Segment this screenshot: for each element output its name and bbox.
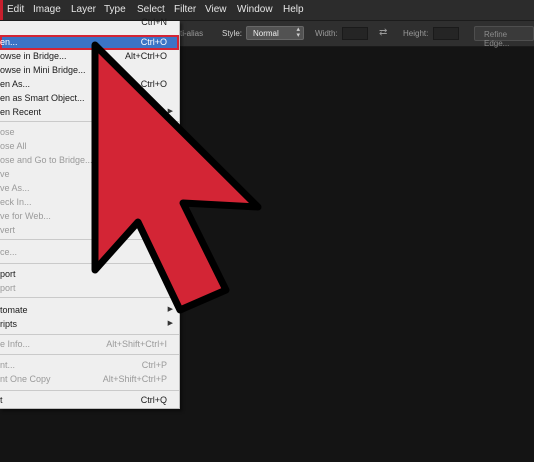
- menu-item-label: ve As...: [0, 183, 30, 193]
- menu-type[interactable]: Type: [104, 4, 126, 15]
- menu-edit[interactable]: Edit: [7, 4, 24, 15]
- menu-item-shortcut: Alt+Shift+Ctrl+I: [106, 339, 167, 349]
- submenu-arrow-icon: ▶: [167, 306, 173, 313]
- menu-item-label: port: [0, 269, 16, 279]
- menu-separator: [0, 334, 179, 335]
- menu-item-label: owse in Bridge...: [0, 51, 67, 61]
- menu-item-shortcut: Ctrl+O: [140, 37, 167, 47]
- menu-item-revert[interactable]: vert: [0, 223, 179, 237]
- menu-item-print-one-copy[interactable]: nt One Copy Alt+Shift+Ctrl+P: [0, 372, 179, 386]
- menu-item-label: en Recent: [0, 107, 42, 117]
- menu-item-import[interactable]: port: [0, 267, 179, 281]
- menu-item-save[interactable]: ve: [0, 167, 179, 181]
- menu-item-shortcut: Ctrl+Q: [140, 395, 167, 405]
- menu-item-exit[interactable]: t Ctrl+Q: [0, 393, 179, 407]
- menu-item-label: t: [0, 395, 3, 405]
- menu-item-close-all[interactable]: ose All: [0, 139, 179, 153]
- menu-help[interactable]: Help: [283, 4, 304, 15]
- menu-separator: [0, 297, 179, 298]
- width-field[interactable]: [342, 27, 368, 40]
- menu-item-label: port: [0, 283, 16, 293]
- swap-icon[interactable]: ⇄: [379, 27, 387, 38]
- submenu-arrow-icon: ▶: [167, 320, 173, 327]
- refine-edge-button[interactable]: Refine Edge...: [474, 26, 534, 48]
- menu-item-label: eck In...: [0, 197, 32, 207]
- menu-layer[interactable]: Layer: [71, 4, 96, 15]
- menu-separator: [0, 354, 179, 355]
- menu-item-label: en...: [0, 37, 18, 47]
- menu-item-close[interactable]: ose: [0, 125, 179, 139]
- menu-item-open-as-smart-object[interactable]: en as Smart Object...: [0, 91, 179, 105]
- menu-item-scripts[interactable]: ripts ▶: [0, 317, 179, 331]
- menu-filter[interactable]: Filter: [174, 4, 196, 15]
- menu-separator: [0, 239, 179, 240]
- style-label: Style:: [222, 29, 243, 38]
- antialias-label: ti-alias: [180, 29, 204, 38]
- file-menu: Ctrl+N en... Ctrl+O owse in Bridge... Al…: [0, 17, 180, 409]
- menu-item-label: ve: [0, 169, 10, 179]
- menu-item-shortcut: Alt+Ctrl+O: [124, 51, 167, 61]
- menu-separator: [0, 263, 179, 264]
- menu-item-open-as[interactable]: en As... Ctrl+O: [0, 77, 179, 91]
- menu-item-print[interactable]: nt... Ctrl+P: [0, 358, 179, 372]
- height-field[interactable]: [433, 27, 459, 40]
- menu-item-label: vert: [0, 225, 16, 235]
- menu-item-shortcut: Ctrl+P: [141, 360, 167, 370]
- refine-edge-label: Refine Edge...: [484, 30, 510, 48]
- select-arrows-icon: ▴ ▾: [296, 26, 300, 39]
- menu-item-shortcut: Alt+Shift+Ctrl+P: [102, 374, 167, 384]
- style-select[interactable]: Normal ▴ ▾: [246, 26, 304, 40]
- menu-window[interactable]: Window: [237, 4, 273, 15]
- menu-item-label: nt...: [0, 360, 16, 370]
- menu-item-check-in[interactable]: eck In...: [0, 195, 179, 209]
- menu-separator: [0, 121, 179, 122]
- submenu-arrow-icon: ▶: [167, 108, 173, 115]
- menu-item-export[interactable]: port: [0, 281, 179, 295]
- menu-item-browse-in-mini-bridge[interactable]: owse in Mini Bridge...: [0, 63, 179, 77]
- menu-item-label: ripts: [0, 319, 18, 329]
- menu-item-browse-in-bridge[interactable]: owse in Bridge... Alt+Ctrl+O: [0, 49, 179, 63]
- shortcut-new: Ctrl+N: [141, 17, 167, 27]
- menu-item-open-recent[interactable]: en Recent ▶: [0, 105, 179, 119]
- menu-item-open[interactable]: en... Ctrl+O: [0, 35, 179, 50]
- menu-item-label: ce...: [0, 247, 18, 257]
- menu-image[interactable]: Image: [33, 4, 61, 15]
- menu-item-save-as[interactable]: ve As...: [0, 181, 179, 195]
- menu-view[interactable]: View: [205, 4, 227, 15]
- menu-item-label: ose: [0, 127, 15, 137]
- menu-item-label: tomate: [0, 305, 28, 315]
- menu-item-label: ose and Go to Bridge...: [0, 155, 93, 165]
- menu-item-label: nt One Copy: [0, 374, 51, 384]
- menu-item-label: ose All: [0, 141, 27, 151]
- menu-item-label: en as Smart Object...: [0, 93, 85, 103]
- menu-item-file-info[interactable]: e Info... Alt+Shift+Ctrl+I: [0, 337, 179, 351]
- width-label: Width:: [315, 29, 338, 38]
- height-label: Height:: [403, 29, 429, 38]
- menu-separator: [0, 390, 179, 391]
- menu-select[interactable]: Select: [137, 4, 165, 15]
- menu-item-automate[interactable]: tomate ▶: [0, 303, 179, 317]
- menu-item-new[interactable]: Ctrl+N: [0, 15, 179, 29]
- menu-item-save-for-web[interactable]: ve for Web...: [0, 209, 179, 223]
- menu-item-close-and-go-to-bridge[interactable]: ose and Go to Bridge...: [0, 153, 179, 167]
- menu-item-label: en As...: [0, 79, 31, 89]
- menu-item-label: ve for Web...: [0, 211, 51, 221]
- style-select-value: Normal: [253, 29, 279, 38]
- menu-item-place[interactable]: ce...: [0, 245, 179, 259]
- menu-item-label: e Info...: [0, 339, 31, 349]
- menu-item-shortcut: Ctrl+O: [140, 79, 167, 89]
- menu-item-label: owse in Mini Bridge...: [0, 65, 86, 75]
